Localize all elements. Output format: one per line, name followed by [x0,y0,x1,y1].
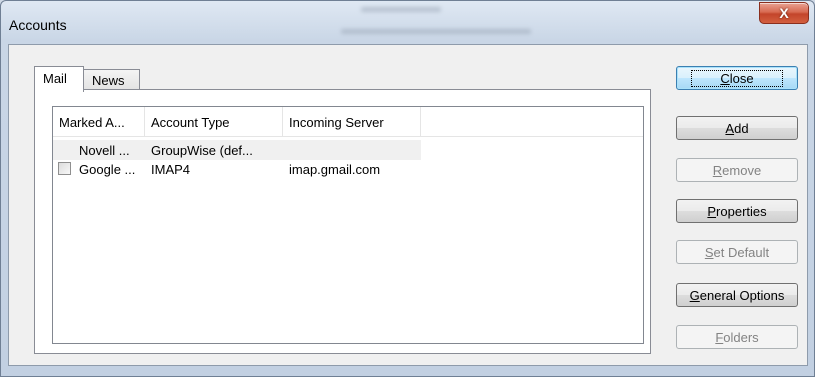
window-close-button[interactable]: X [759,2,809,24]
list-header: Marked A... Account Type Incoming Server [53,107,643,137]
window-title: Accounts [9,17,67,33]
set-default-button[interactable]: Set Default [676,240,798,264]
column-header-account-type[interactable]: Account Type [145,107,283,137]
close-button-label: Close [691,69,783,87]
account-type: GroupWise (def... [151,143,253,158]
close-button[interactable]: Close [676,66,798,90]
add-button-label: Add [725,120,749,136]
set-default-button-label: Set Default [704,244,770,260]
add-button[interactable]: Add [676,116,798,140]
account-name: Novell ... [79,143,130,158]
tab-news-label: News [92,73,125,88]
incoming-server: imap.gmail.com [289,162,381,177]
general-options-button-label: General Options [689,287,785,303]
account-type: IMAP4 [151,162,191,177]
remove-button[interactable]: Remove [676,158,798,182]
list-row-novell[interactable]: Novell ... GroupWise (def... [53,140,421,160]
account-name: Google ... [79,162,136,177]
mark-checkbox[interactable] [58,162,71,175]
close-icon: X [779,5,789,21]
column-header-incoming-server[interactable]: Incoming Server [283,107,421,137]
column-header-marked[interactable]: Marked A... [53,107,145,137]
properties-button[interactable]: Properties [676,199,798,223]
tab-mail-label: Mail [43,71,67,86]
tab-mail[interactable]: Mail [34,66,84,92]
accounts-list[interactable]: Marked A... Account Type Incoming Server… [52,106,644,344]
remove-button-label: Remove [712,162,762,178]
blurred-background-text [301,1,641,45]
properties-button-label: Properties [707,203,767,219]
general-options-button[interactable]: General Options [676,283,798,307]
tab-news[interactable]: News [83,69,140,90]
folders-button[interactable]: Folders [676,325,798,349]
list-row-google[interactable]: Google ... IMAP4 imap.gmail.com [53,159,421,179]
folders-button-label: Folders [715,329,759,345]
